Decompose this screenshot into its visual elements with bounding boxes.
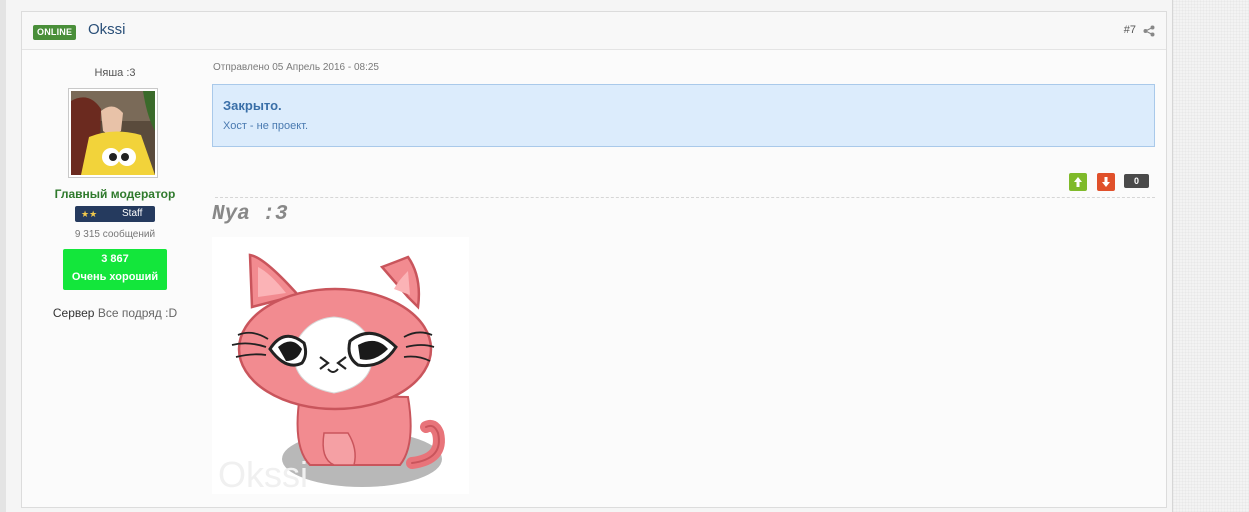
signature-divider xyxy=(215,197,1155,198)
reputation-label: Очень хороший xyxy=(71,271,159,283)
member-group: Главный модератор xyxy=(54,187,176,201)
avatar[interactable] xyxy=(68,88,158,178)
arrow-up-icon xyxy=(1074,177,1082,187)
rate-up-button[interactable] xyxy=(1069,173,1087,191)
notice-text: Хост - не проект. xyxy=(223,120,309,132)
stars-icon: ★★ xyxy=(81,209,98,219)
rating-count: 0 xyxy=(1124,174,1149,188)
right-sidebar-pattern xyxy=(1172,0,1249,512)
signature-text: Nya :3 xyxy=(212,203,288,226)
share-icon[interactable] xyxy=(1143,24,1155,37)
rate-down-button[interactable] xyxy=(1097,173,1115,191)
signature-cat-image: Okssi xyxy=(212,237,469,495)
online-badge: ONLINE xyxy=(33,25,77,40)
server-value: Все подряд :D xyxy=(97,306,178,320)
post-date: Отправлено 05 Апрель 2016 - 08:25 xyxy=(213,62,379,73)
post-number-link[interactable]: #7 xyxy=(1124,24,1136,36)
reputation-value: 3 867 xyxy=(101,253,129,265)
author-name-link[interactable]: Okssi xyxy=(88,21,126,38)
notice-box: Закрыто. Хост - не проект. xyxy=(212,84,1155,147)
watermark-text: Okssi xyxy=(218,454,308,494)
post-header: ONLINE Okssi #7 xyxy=(22,12,1166,50)
server-label: Сервер xyxy=(52,306,95,320)
member-title: Няша :3 xyxy=(94,67,136,79)
forum-post: ONLINE Okssi #7 Няша :3 Главный модерато… xyxy=(21,11,1167,508)
staff-label: Staff xyxy=(122,208,143,219)
notice-title: Закрыто. xyxy=(223,98,282,113)
page-wrapper: ONLINE Okssi #7 Няша :3 Главный модерато… xyxy=(6,0,1172,512)
arrow-down-icon xyxy=(1102,177,1110,187)
server-field: Сервер Все подряд :D xyxy=(22,306,208,320)
reputation-badge: 3 867 Очень хороший xyxy=(63,249,167,290)
staff-badge: ★★ Staff xyxy=(75,206,155,222)
post-count: 9 315 сообщений xyxy=(74,229,156,240)
